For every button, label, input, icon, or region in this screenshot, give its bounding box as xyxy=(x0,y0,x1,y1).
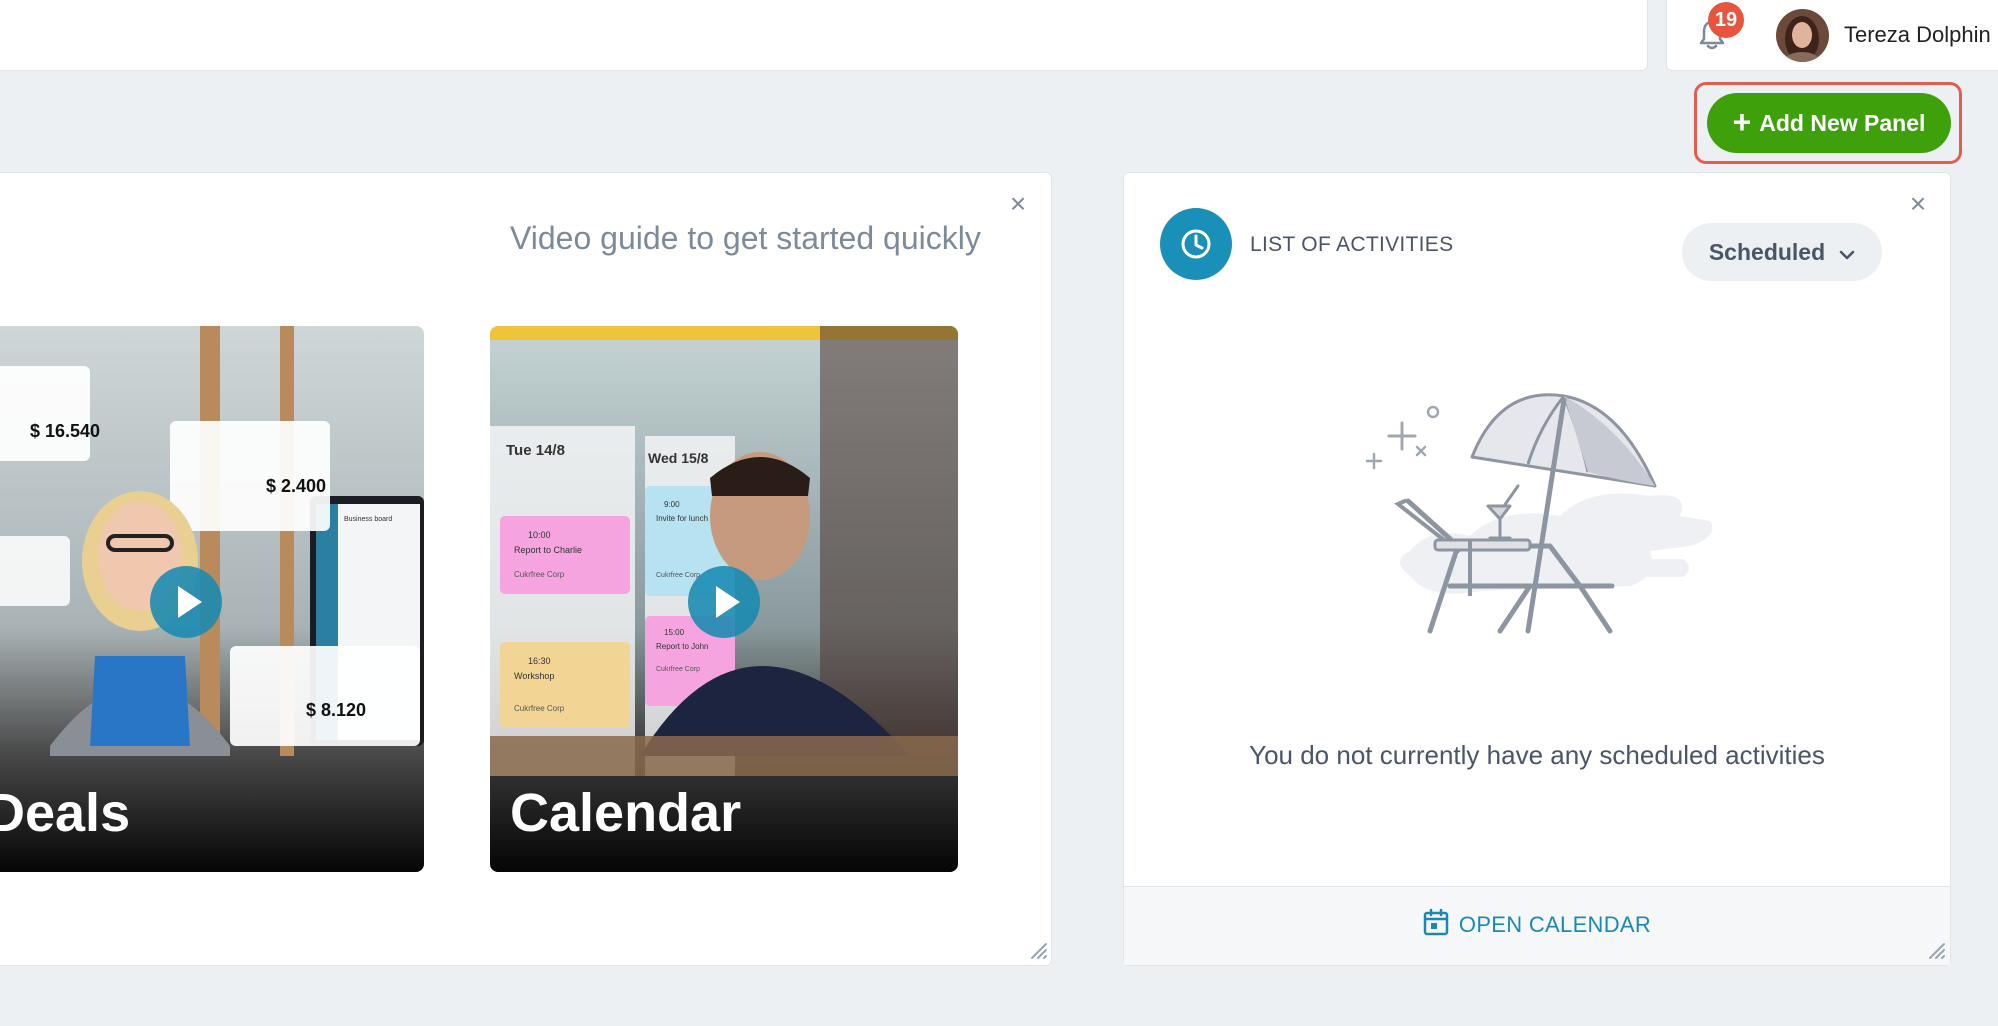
plus-icon: + xyxy=(1732,103,1752,140)
overlay-event-title: Report to John xyxy=(656,642,709,651)
close-icon[interactable]: × xyxy=(1006,190,1030,218)
overlay-event-time: 9:00 xyxy=(664,500,680,509)
overlay-amount: $ 2.400 xyxy=(266,476,327,496)
user-name[interactable]: Tereza Dolphin xyxy=(1844,22,1991,48)
video-card-label: Calendar xyxy=(510,783,742,843)
overlay-event-company: Cukrfree Corp xyxy=(656,666,700,673)
overlay-event-company: Cukrfree Corp xyxy=(514,570,565,579)
close-icon[interactable]: × xyxy=(1906,190,1930,218)
top-search-bar[interactable] xyxy=(0,0,1648,71)
activity-filter-value: Scheduled xyxy=(1708,238,1826,265)
overlay-day: Tue 14/8 xyxy=(506,442,565,459)
avatar[interactable] xyxy=(1776,9,1829,62)
overlay-event-title: Workshop xyxy=(514,671,555,681)
add-new-panel-button[interactable]: + Add New Panel xyxy=(1707,93,1951,153)
monitor-heading: Business board xyxy=(344,516,393,523)
overlay-event-time: 16:30 xyxy=(528,656,551,666)
resize-handle-icon[interactable] xyxy=(1924,938,1946,960)
activities-title: LIST OF ACTIVITIES xyxy=(1250,233,1454,256)
overlay-day: Wed 15/8 xyxy=(648,450,709,466)
overlay-event-company: Cukrfree Corp xyxy=(656,572,700,579)
overlay-amount: $ 8.120 xyxy=(306,700,367,720)
resize-handle-icon[interactable] xyxy=(1026,938,1048,960)
play-icon[interactable] xyxy=(150,566,222,638)
open-calendar-label: OPEN CALENDAR xyxy=(1458,912,1652,937)
chevron-down-icon xyxy=(1839,239,1855,266)
overlay-event-title: Report to Charlie xyxy=(514,545,583,555)
beach-chair-illustration xyxy=(1350,386,1730,646)
notification-badge[interactable]: 19 xyxy=(1708,2,1744,38)
overlay-event-company: Cukrfree Corp xyxy=(514,704,565,713)
video-guide-title: Video guide to get started quickly xyxy=(510,220,981,256)
overlay-event-time: 15:00 xyxy=(664,628,685,637)
add-new-panel-label: Add New Panel xyxy=(1759,109,1926,136)
video-card-calendar[interactable]: Calendar Tue 14/8 Wed 15/8 10:00 Report … xyxy=(490,326,958,872)
overlay-event-time: 10:00 xyxy=(528,530,551,540)
video-card-label: Deals xyxy=(0,783,131,843)
overlay-amount: $ 16.540 xyxy=(30,421,101,441)
video-card-deals[interactable]: Deals $ 16.540 $ 2.400 $ 8.120 Business … xyxy=(0,326,424,872)
calendar-icon xyxy=(1423,908,1449,942)
activity-filter-dropdown[interactable]: Scheduled xyxy=(1682,223,1882,281)
overlay-event-title: Invite for lunch xyxy=(656,514,709,523)
clock-icon xyxy=(1160,208,1232,280)
open-calendar-link[interactable]: OPEN CALENDAR xyxy=(1124,908,1950,942)
empty-state-message: You do not currently have any scheduled … xyxy=(1249,740,1825,770)
